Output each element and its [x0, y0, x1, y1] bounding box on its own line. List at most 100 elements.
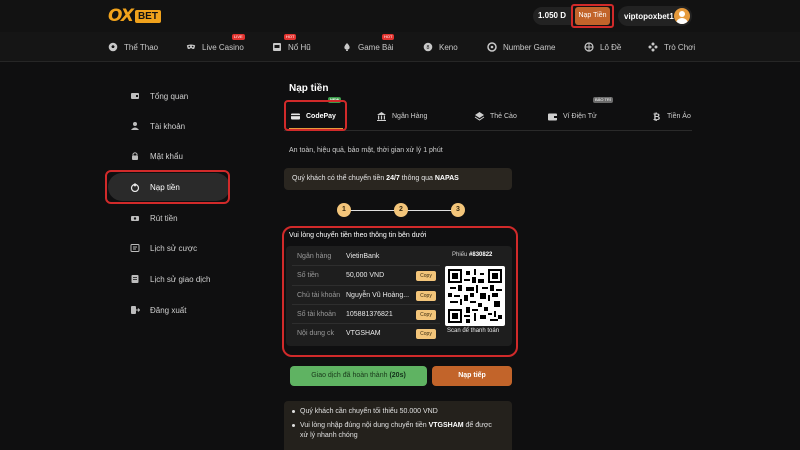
top-bar: OX BET 1.050 D Nạp Tiền viptopoxbet1	[0, 0, 800, 32]
main-nav: Thể Thao Live Casino LIVE Nổ Hũ HOT Game…	[0, 32, 800, 62]
row-divider	[292, 304, 440, 305]
receipt-code-value: #830822	[469, 252, 493, 258]
codepay-tab-highlight	[284, 100, 347, 131]
receipt-code-label: Phiếu	[452, 252, 468, 258]
sidebar-label: Đăng xuất	[150, 305, 187, 315]
nav-label: Game Bài	[358, 42, 394, 52]
sidebar-label: Tài khoản	[150, 121, 186, 131]
deposit-again-button[interactable]: Nạp tiếp	[432, 366, 512, 386]
step-2: 2	[394, 203, 408, 217]
logo-bet: BET	[134, 9, 161, 23]
spade-icon	[342, 42, 352, 52]
sidebar-deposit-highlight	[105, 170, 230, 204]
bank-value: VietinBank	[346, 253, 380, 260]
dashboard-icon	[130, 91, 140, 101]
note-2-prefix: Vui lòng nhập đúng nội dung chuyển tiền	[300, 422, 429, 429]
nav-label: Thể Thao	[124, 42, 159, 52]
nav-item-card-games[interactable]: Game Bài HOT	[342, 34, 395, 54]
tab-label: Tiền Ảo	[667, 112, 691, 120]
napas-bold-1: 24/7	[386, 175, 400, 182]
account-number-label: Số tài khoản	[297, 311, 336, 318]
step-1: 1	[337, 203, 351, 217]
header-deposit-button[interactable]: Nạp Tiền	[575, 7, 610, 25]
live-badge: LIVE	[232, 34, 245, 40]
tab-label: Ví Điện Tử	[563, 112, 597, 120]
done-label: Giao dịch đã hoàn thành	[311, 372, 388, 379]
step-3: 3	[451, 203, 465, 217]
sidebar-item-bet-history[interactable]: Lịch sử cược	[108, 234, 230, 262]
nav-item-number-game[interactable]: Number Game	[487, 40, 555, 54]
sidebar-item-password[interactable]: Mật khẩu	[108, 142, 230, 170]
tab-label: Thẻ Cào	[490, 112, 517, 120]
gamepad-icon	[648, 42, 658, 52]
transaction-history-icon	[130, 274, 140, 284]
sidebar-item-transaction-history[interactable]: Lịch sử giao dịch	[108, 265, 230, 293]
transfer-content-value: VTGSHAM	[346, 330, 381, 337]
user-menu[interactable]: viptopoxbet1	[618, 6, 692, 26]
nav-item-slots[interactable]: Nổ Hũ HOT	[272, 34, 311, 54]
sidebar-label: Mật khẩu	[150, 151, 183, 161]
oxbet-logo[interactable]: OX BET	[108, 6, 161, 26]
page-title: Nạp tiền	[289, 83, 329, 94]
sidebar-label: Lịch sử cược	[150, 243, 198, 253]
nav-item-live-casino[interactable]: Live Casino LIVE	[186, 34, 245, 54]
bullet	[292, 410, 295, 413]
napas-notice: Quý khách có thể chuyển tiền 24/7 thông …	[284, 168, 512, 190]
sidebar-label: Rút tiền	[150, 213, 178, 223]
transaction-complete-button[interactable]: Giao dịch đã hoàn thành (20s)	[290, 366, 427, 386]
tab-crypto[interactable]: ₿ Tiền Ảo	[651, 104, 691, 128]
nav-item-lottery[interactable]: Lô Đề	[584, 40, 621, 54]
lottery-icon	[584, 42, 594, 52]
sidebar-item-withdraw[interactable]: Rút tiền	[108, 204, 230, 232]
sidebar-item-overview[interactable]: Tổng quan	[108, 82, 230, 110]
svg-text:8: 8	[426, 45, 429, 51]
bullet	[292, 424, 295, 427]
lock-icon	[130, 151, 140, 161]
withdraw-icon	[130, 213, 140, 223]
note-2: Vui lòng nhập đúng nội dung chuyển tiền …	[300, 421, 500, 441]
logo-ox: OX	[108, 6, 134, 26]
intro-text: An toàn, hiệu quả, bảo mật, thời gian xử…	[289, 147, 443, 154]
sidebar-item-account[interactable]: Tài khoản	[108, 112, 230, 140]
maintenance-badge: BẢO TRÌ	[593, 97, 613, 103]
nav-label: Number Game	[503, 42, 556, 52]
nav-item-sports[interactable]: Thể Thao	[108, 40, 158, 54]
receipt-code: Phiếu #830822	[452, 252, 492, 258]
note-1: Quý khách cần chuyển tối thiểu 50.000 VN…	[300, 408, 438, 415]
copy-transfer-content-button[interactable]: Copy	[416, 329, 436, 339]
mask-icon	[186, 42, 196, 52]
notes-box: Quý khách cần chuyển tối thiểu 50.000 VN…	[284, 401, 512, 450]
copy-amount-button[interactable]: Copy	[416, 271, 436, 281]
sidebar-item-logout[interactable]: Đăng xuất	[108, 296, 230, 324]
scratch-card-icon	[474, 111, 485, 122]
copy-account-number-button[interactable]: Copy	[416, 310, 436, 320]
qr-code	[445, 266, 505, 326]
keno-icon: 8	[423, 42, 433, 52]
tab-bank[interactable]: Ngân Hàng	[376, 104, 427, 128]
logout-icon	[130, 305, 140, 315]
napas-middle: thông qua	[399, 175, 435, 182]
amount-value: 50,000 VND	[346, 272, 385, 279]
soccer-ball-icon	[108, 42, 118, 52]
row-divider	[292, 323, 440, 324]
copy-account-holder-button[interactable]: Copy	[416, 291, 436, 301]
avatar[interactable]	[674, 8, 690, 24]
payment-info-title: Vui lòng chuyển tiền theo thông tin bên …	[289, 232, 427, 239]
tab-scratch-card[interactable]: Thẻ Cào	[474, 104, 517, 128]
tab-e-wallet[interactable]: Ví Điện Tử BẢO TRÌ	[547, 97, 613, 128]
row-divider	[292, 265, 440, 266]
account-number-value: 105881376821	[346, 311, 393, 318]
napas-bold-2: NAPAS	[434, 175, 459, 182]
user-icon	[130, 121, 140, 131]
nav-item-games[interactable]: Trò Chơi	[648, 40, 695, 54]
bank-label: Ngân hàng	[297, 253, 332, 260]
transfer-content-label: Nội dung ck	[297, 330, 334, 337]
bet-history-icon	[130, 243, 140, 253]
nav-item-keno[interactable]: 8 Keno	[423, 40, 458, 54]
nav-label: Live Casino	[202, 42, 244, 52]
account-holder-label: Chủ tài khoản	[297, 292, 341, 299]
row-divider	[292, 285, 440, 286]
slot-icon	[272, 42, 282, 52]
qr-caption: Scan để thanh toán	[447, 328, 500, 334]
hot-badge: HOT	[284, 34, 297, 40]
